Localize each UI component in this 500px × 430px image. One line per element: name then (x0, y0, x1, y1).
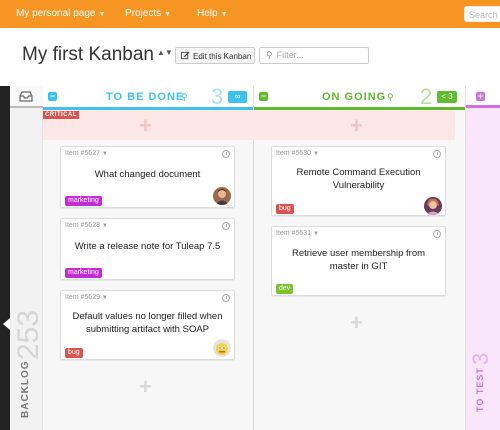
card-tag: marketing (65, 268, 102, 278)
clock-icon (222, 294, 230, 302)
clock-icon (222, 222, 230, 230)
caret-down-icon: ▼ (101, 223, 108, 229)
add-card-to-be-done-icon[interactable]: + (139, 376, 152, 398)
nav-my-personal-page-label: My personal page (16, 8, 96, 19)
expand-column-icon[interactable]: + (476, 92, 485, 101)
nav-projects-label: Projects (125, 8, 162, 19)
card-id[interactable]: Item #5630 ▼ (276, 150, 319, 157)
column-on-going-count: 2 (420, 84, 433, 109)
card-tag: marketing (65, 196, 102, 206)
column-on-going-bar (254, 107, 465, 110)
card-id[interactable]: Item #5629 ▼ (65, 294, 108, 301)
caret-down-icon: ▼ (164, 11, 172, 18)
card-id-text: Item #5630 (276, 150, 312, 157)
column-on-going-label: ON GOING (322, 91, 387, 103)
critical-label: CRITICAL (43, 111, 79, 119)
card-id-text: Item #5627 (65, 150, 101, 157)
search-icon: ⚲ (266, 50, 273, 60)
woman-avatar (424, 197, 442, 215)
add-card-critical-todo-icon[interactable]: + (139, 115, 152, 137)
kanban-card[interactable]: Item #5627 ▼ What changed document marke… (60, 146, 235, 208)
nav-help-label: Help (197, 8, 218, 19)
nav-search-input[interactable]: Search (464, 6, 500, 22)
caret-down-icon: ▼ (101, 151, 108, 157)
nav-help[interactable]: Help ▼ (197, 8, 228, 19)
caret-down-icon: ▼ (312, 151, 319, 157)
clock-icon (222, 150, 230, 158)
card-id-text: Item #5628 (65, 222, 101, 229)
arrow-left-icon[interactable] (3, 318, 10, 330)
card-tag: dev (276, 284, 294, 294)
page-title: My first Kanban (22, 44, 154, 65)
collapse-column-icon[interactable]: − (48, 92, 57, 101)
caret-down-icon: ▼ (312, 231, 319, 237)
card-id-text: Item #5629 (65, 294, 101, 301)
add-card-on-going-icon[interactable]: + (350, 312, 363, 334)
card-title: Remote Command Execution Vulnerability (296, 167, 421, 191)
collapse-column-icon[interactable]: − (259, 92, 268, 101)
filter-placeholder: Filter... (276, 50, 304, 60)
card-title: What changed document (94, 169, 201, 180)
card-title: Default values no longer filled when sub… (72, 311, 223, 335)
kanban-switcher-icon[interactable]: ▲▼ (157, 49, 173, 57)
edit-kanban-label: Edit this Kanban (193, 52, 252, 61)
column-to-test-count: 3 (468, 352, 493, 365)
column-to-test-label: TO TEST (475, 367, 485, 412)
column-to-be-done-count: 3 (211, 84, 224, 109)
card-id[interactable]: Item #5627 ▼ (65, 150, 108, 157)
backlog-header (10, 86, 43, 108)
search-icon[interactable]: ⚲ (181, 92, 188, 103)
column-to-be-done-label: TO BE DONE (106, 91, 185, 103)
man-avatar (213, 187, 231, 205)
wip-limit-badge[interactable]: ∞ (228, 91, 247, 103)
nav-my-personal-page[interactable]: My personal page ▼ (16, 8, 105, 19)
nav-projects[interactable]: Projects ▼ (125, 8, 171, 19)
kanban-card[interactable]: Item #5630 ▼ Remote Command Execution Vu… (271, 146, 446, 216)
pencil-icon (181, 51, 190, 60)
card-id[interactable]: Item #5631 ▼ (276, 230, 319, 237)
card-tag: bug (276, 204, 294, 214)
card-tag: bug (65, 348, 83, 358)
backlog-label: BACKLOG (20, 360, 31, 418)
inbox-icon (19, 91, 33, 102)
kanban-card[interactable]: Item #5628 ▼ Write a release note for Tu… (60, 218, 235, 280)
top-navbar: My personal page ▼ Projects ▼ Help ▼ Search (0, 0, 500, 28)
card-title: Write a release note for Tuleap 7.5 (74, 241, 221, 252)
card-title: Retrieve user membership from master in … (291, 248, 426, 272)
caret-down-icon: ▼ (101, 295, 108, 301)
backlog-count: 253 (12, 309, 45, 360)
backlog-expand-handle[interactable] (0, 86, 10, 430)
caret-down-icon: ▼ (220, 11, 228, 18)
kanban-card[interactable]: Item #5629 ▼ Default values no longer fi… (60, 290, 235, 360)
edit-kanban-button[interactable]: Edit this Kanban (175, 47, 255, 64)
clock-icon (433, 150, 441, 158)
critical-swimlane (43, 110, 455, 140)
card-id[interactable]: Item #5628 ▼ (65, 222, 108, 229)
yellow-avatar (213, 339, 231, 357)
wip-limit-badge[interactable]: < 3 (437, 91, 457, 103)
kanban-card[interactable]: Item #5631 ▼ Retrieve user membership fr… (271, 226, 446, 296)
card-id-text: Item #5631 (276, 230, 312, 237)
search-icon[interactable]: ⚲ (387, 92, 394, 103)
add-card-critical-ongoing-icon[interactable]: + (350, 115, 363, 137)
caret-down-icon: ▼ (98, 11, 106, 18)
filter-input[interactable]: ⚲ Filter... (259, 47, 369, 64)
clock-icon (433, 230, 441, 238)
nav-search-placeholder: Search (469, 10, 498, 20)
